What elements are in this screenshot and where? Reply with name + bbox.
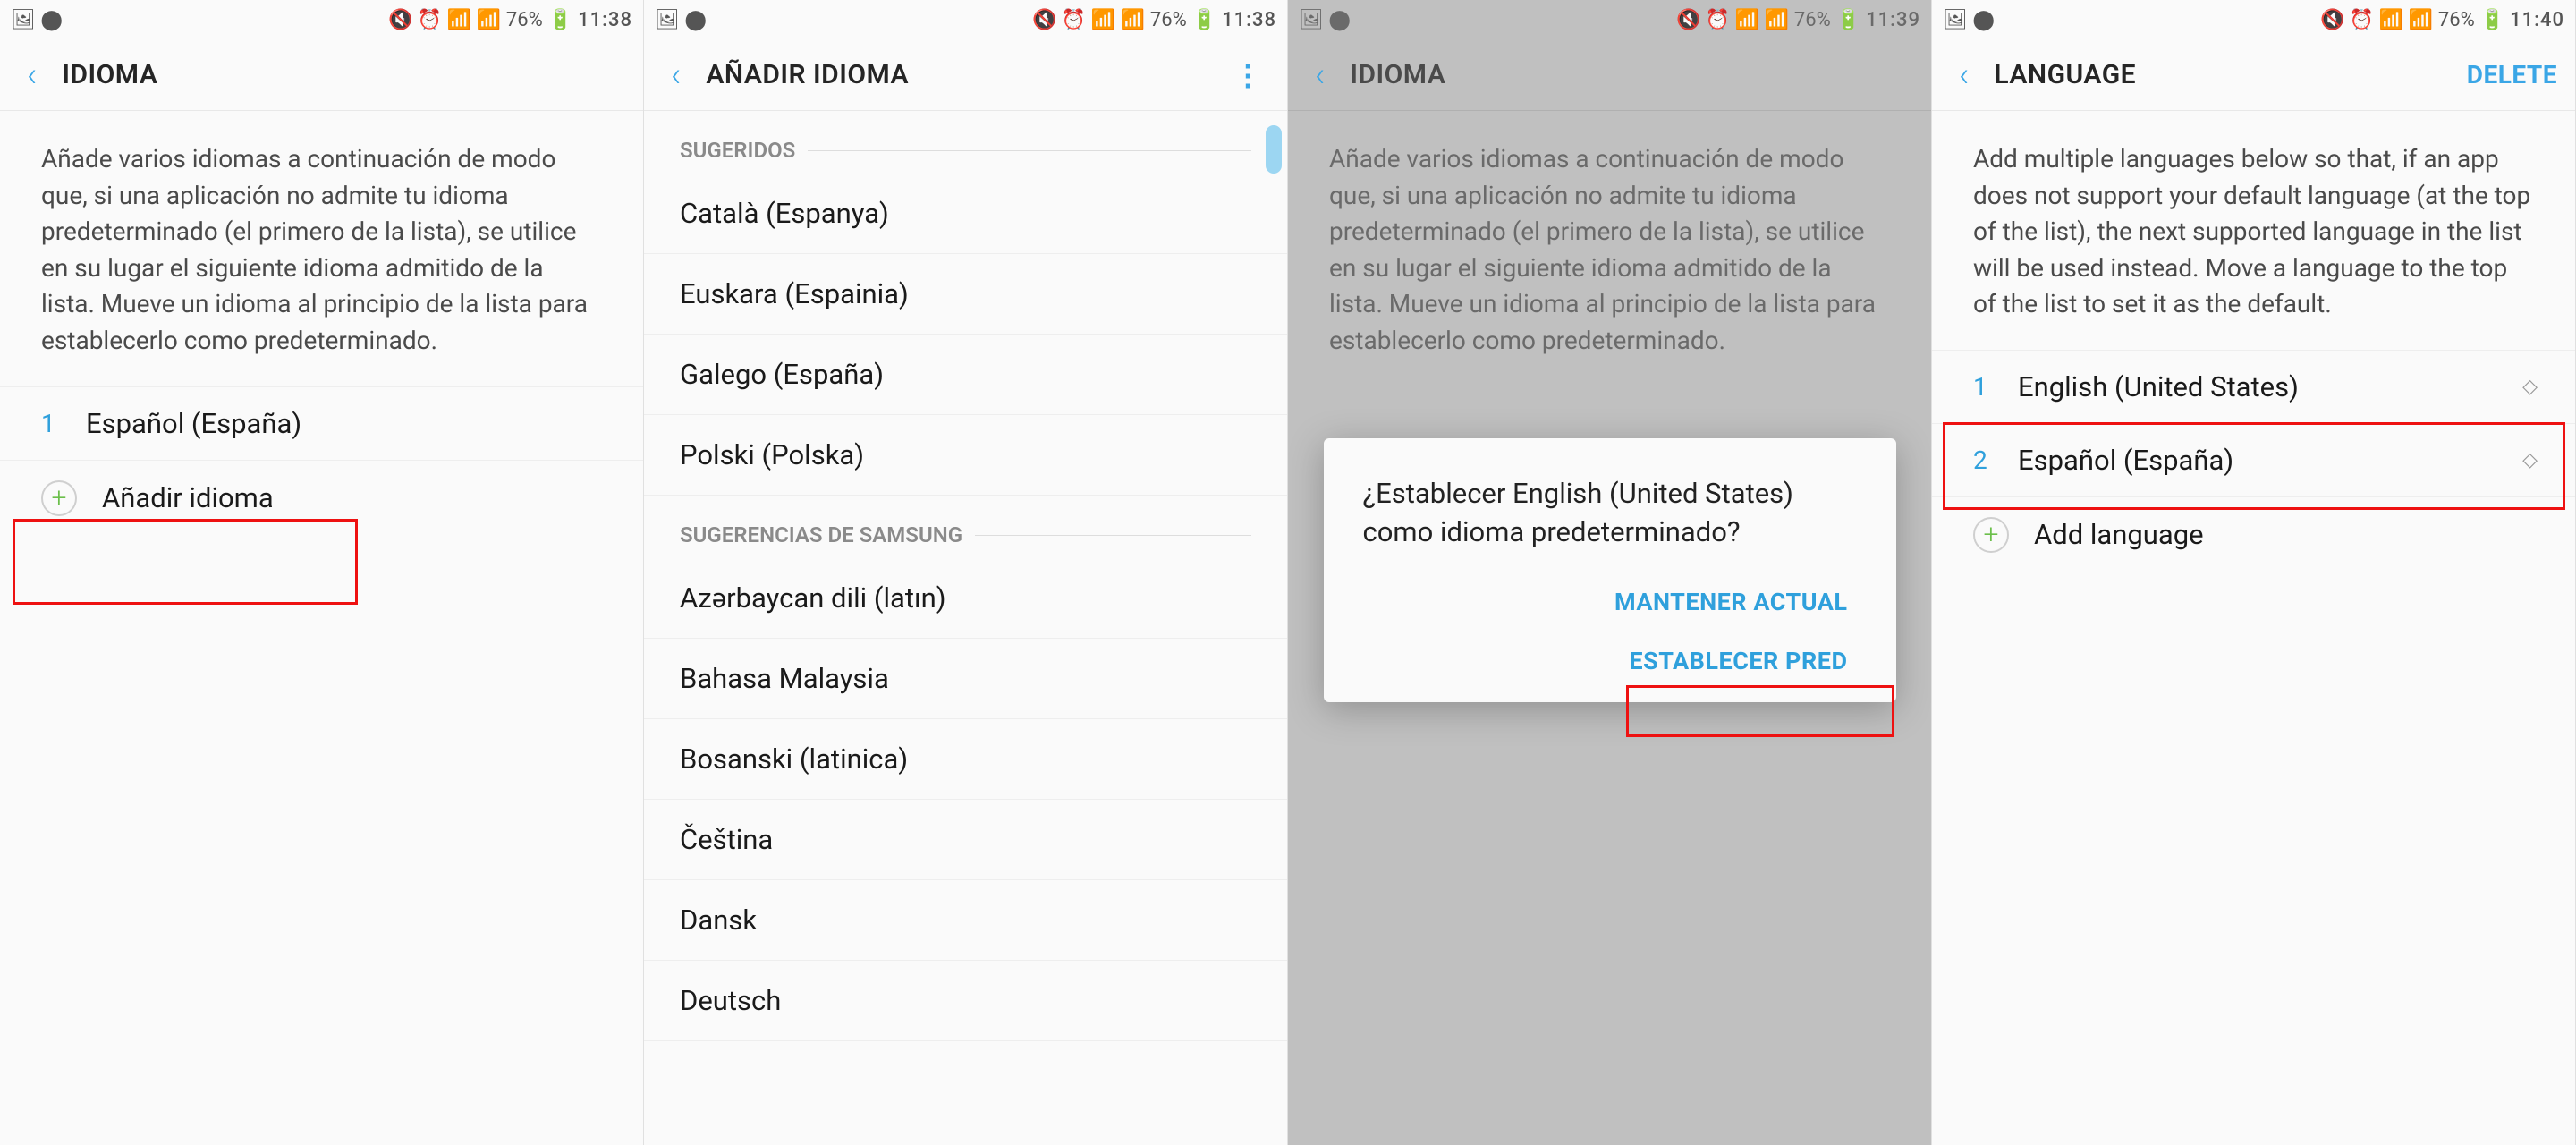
- dialog-message: ¿Establecer English (United States) como…: [1363, 474, 1857, 552]
- battery-text: 76%: [1150, 9, 1187, 31]
- page-title: IDIOMA: [62, 59, 625, 90]
- language-option[interactable]: Català (Espanya): [644, 174, 1287, 254]
- add-language-label: Añadir idioma: [102, 481, 274, 514]
- language-label: Español (España): [2018, 444, 2233, 477]
- keep-current-button[interactable]: MANTENER ACTUAL: [1606, 582, 1857, 622]
- scroll-indicator[interactable]: [1266, 125, 1282, 174]
- battery-icon: 🔋: [2480, 9, 2504, 31]
- clock: 11:38: [1222, 9, 1276, 31]
- language-label: Español (España): [86, 407, 301, 440]
- language-option[interactable]: Deutsch: [644, 961, 1287, 1041]
- set-default-button[interactable]: ESTABLECER PRED: [1620, 641, 1856, 681]
- notification-icons: 🖼 ⬤: [1943, 9, 1995, 31]
- language-row[interactable]: 1 English (United States) ◇: [1932, 350, 2575, 423]
- status-icons: 🔇 ⏰ 📶 📶: [2320, 9, 2433, 31]
- status-bar: 🖼 ⬤ 🔇 ⏰ 📶 📶 76% 🔋 11:38: [644, 0, 1287, 39]
- language-row[interactable]: 2 Español (España) ◇: [1932, 423, 2575, 496]
- more-icon[interactable]: ⋮: [1226, 58, 1269, 92]
- language-option[interactable]: Bahasa Malaysia: [644, 639, 1287, 719]
- language-option[interactable]: Dansk: [644, 880, 1287, 961]
- section-header-samsung: SUGERENCIAS DE SAMSUNG: [644, 496, 1287, 558]
- status-icons: 🔇 ⏰ 📶 📶: [388, 9, 501, 31]
- app-bar: ‹ LANGUAGE DELETE: [1932, 39, 2575, 111]
- description-text: Añade varios idiomas a continuación de m…: [0, 111, 643, 386]
- notification-icons: 🖼 ⬤: [11, 9, 63, 31]
- plus-icon: +: [41, 480, 77, 516]
- add-language-label: Add language: [2034, 518, 2204, 551]
- page-title: AÑADIR IDIOMA: [706, 59, 1226, 90]
- add-language-button[interactable]: + Añadir idioma: [0, 460, 643, 536]
- notification-icons: 🖼 ⬤: [655, 9, 707, 31]
- status-icons: 🔇 ⏰ 📶 📶: [1032, 9, 1145, 31]
- delete-button[interactable]: DELETE: [2467, 60, 2557, 89]
- section-header-suggested: SUGERIDOS: [644, 111, 1287, 174]
- plus-icon: +: [1973, 517, 2009, 553]
- set-default-dialog: ¿Establecer English (United States) como…: [1324, 438, 1896, 702]
- status-bar: 🖼 ⬤ 🔇 ⏰ 📶 📶 76% 🔋 11:40: [1932, 0, 2575, 39]
- language-label: English (United States): [2018, 370, 2299, 403]
- description-text: Add multiple languages below so that, if…: [1932, 111, 2575, 350]
- back-icon[interactable]: ‹: [1959, 55, 1969, 95]
- battery-text: 76%: [2438, 9, 2475, 31]
- language-row[interactable]: 1 Español (España): [0, 386, 643, 460]
- language-index: 1: [1973, 372, 2018, 402]
- language-index: 2: [1973, 445, 2018, 475]
- status-bar: 🖼 ⬤ 🔇 ⏰ 📶 📶 76% 🔋 11:38: [0, 0, 643, 39]
- language-option[interactable]: Galego (España): [644, 335, 1287, 415]
- clock: 11:38: [578, 9, 632, 31]
- language-option[interactable]: Euskara (Espainia): [644, 254, 1287, 335]
- page-title: LANGUAGE: [1994, 59, 2466, 90]
- battery-icon: 🔋: [548, 9, 572, 31]
- screen-set-default-dialog: 🖼 ⬤ 🔇 ⏰ 📶 📶 76% 🔋 11:39 ‹ IDIOMA Añade v…: [1288, 0, 1932, 1145]
- reorder-icon[interactable]: ◇: [2522, 376, 2534, 398]
- reorder-icon[interactable]: ◇: [2522, 449, 2534, 471]
- screen-language-list-en: 🖼 ⬤ 🔇 ⏰ 📶 📶 76% 🔋 11:40 ‹ LANGUAGE DELET…: [1932, 0, 2576, 1145]
- app-bar: ‹ IDIOMA: [0, 39, 643, 111]
- screen-language-list-es: 🖼 ⬤ 🔇 ⏰ 📶 📶 76% 🔋 11:38 ‹ IDIOMA Añade v…: [0, 0, 644, 1145]
- battery-icon: 🔋: [1192, 9, 1216, 31]
- language-option[interactable]: Bosanski (latinica): [644, 719, 1287, 800]
- app-bar: ‹ AÑADIR IDIOMA ⋮: [644, 39, 1287, 111]
- battery-text: 76%: [506, 9, 543, 31]
- language-option[interactable]: Azərbaycan dili (latın): [644, 558, 1287, 639]
- screen-add-language: 🖼 ⬤ 🔇 ⏰ 📶 📶 76% 🔋 11:38 ‹ AÑADIR IDIOMA …: [644, 0, 1288, 1145]
- language-option[interactable]: Polski (Polska): [644, 415, 1287, 496]
- dialog-backdrop: ¿Establecer English (United States) como…: [1288, 0, 1931, 1145]
- back-icon[interactable]: ‹: [27, 55, 37, 95]
- add-language-button[interactable]: + Add language: [1932, 496, 2575, 572]
- clock: 11:40: [2510, 9, 2564, 31]
- language-index: 1: [41, 409, 86, 438]
- back-icon[interactable]: ‹: [671, 55, 681, 95]
- language-option[interactable]: Čeština: [644, 800, 1287, 880]
